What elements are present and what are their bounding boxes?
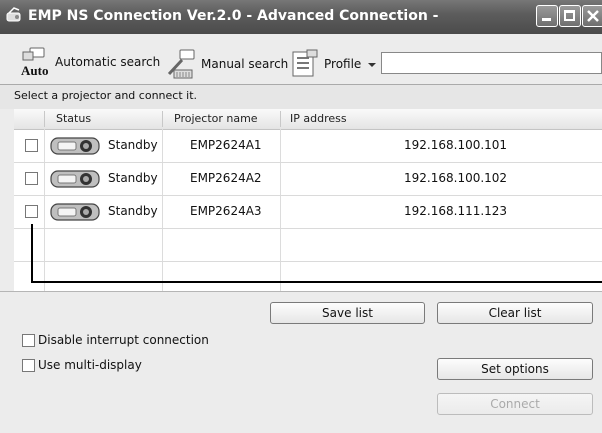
maximize-button[interactable] [559, 5, 581, 27]
disable-interrupt-option[interactable]: Disable interrupt connection [22, 333, 209, 347]
disable-interrupt-checkbox[interactable] [22, 333, 35, 347]
table-row-empty [14, 262, 602, 291]
title-bar[interactable]: EMP NS Connection Ver.2.0 - Advanced Con… [0, 0, 602, 34]
automatic-search-label: Automatic search [55, 55, 161, 69]
table-row[interactable]: Standby EMP2624A2 192.168.100.102 [14, 163, 602, 196]
auto-badge-text: Auto [21, 63, 48, 78]
projector-icon [50, 137, 100, 155]
ip-address: 192.168.100.101 [404, 138, 508, 152]
projector-icon [50, 203, 100, 221]
column-header-ip-address[interactable]: IP address [290, 112, 347, 125]
automatic-search-button[interactable]: Auto Automatic search [20, 46, 160, 78]
close-icon [587, 10, 599, 22]
list-header: Status Projector name IP address [14, 109, 602, 130]
set-options-button[interactable]: Set options [437, 358, 593, 380]
row-checkbox[interactable] [25, 139, 38, 152]
column-header-projector-name[interactable]: Projector name [174, 112, 258, 125]
instruction-text: Select a projector and connect it. [14, 89, 197, 102]
projector-name: EMP2624A2 [190, 171, 262, 185]
projector-list[interactable]: Status Projector name IP address Standby… [14, 109, 602, 291]
clear-list-button[interactable]: Clear list [437, 302, 593, 324]
profile-path-field[interactable] [381, 52, 602, 74]
table-row[interactable]: Standby EMP2624A3 192.168.111.123 [14, 196, 602, 229]
ip-address: 192.168.111.123 [404, 204, 508, 218]
use-multi-display-option[interactable]: Use multi-display [22, 358, 142, 372]
manual-search-icon [166, 48, 198, 80]
column-separator [280, 111, 281, 127]
status-text: Standby [108, 171, 158, 185]
save-list-button[interactable]: Save list [270, 302, 425, 324]
projector-name: EMP2624A3 [190, 204, 262, 218]
ip-address: 192.168.100.102 [404, 171, 508, 185]
column-header-status[interactable]: Status [56, 112, 91, 125]
status-text: Standby [108, 204, 158, 218]
window-title: EMP NS Connection Ver.2.0 - Advanced Con… [28, 8, 439, 24]
row-checkbox[interactable] [25, 205, 38, 218]
column-separator [162, 111, 163, 127]
callout-line-vertical [31, 224, 33, 282]
bottom-panel: Save list Clear list Disable interrupt c… [0, 291, 602, 433]
chevron-down-icon[interactable] [368, 63, 376, 67]
column-separator [44, 111, 45, 127]
row-checkbox[interactable] [25, 172, 38, 185]
projector-icon [50, 170, 100, 188]
connect-button[interactable]: Connect [437, 393, 593, 415]
profile-icon [289, 48, 321, 80]
app-icon [6, 7, 21, 22]
close-button[interactable] [582, 5, 602, 27]
projector-name: EMP2624A1 [190, 138, 262, 152]
manual-search-button[interactable]: Manual search [166, 48, 288, 80]
profile-label: Profile [324, 57, 362, 71]
profile-button[interactable]: Profile [289, 48, 361, 80]
manual-search-label: Manual search [201, 57, 289, 71]
instruction-bar: Select a projector and connect it. [0, 84, 602, 109]
toolbar: Auto Automatic search Manual search Prof… [0, 34, 602, 84]
use-multi-display-checkbox[interactable] [22, 358, 35, 372]
minimize-button[interactable] [536, 5, 558, 27]
use-multi-display-label: Use multi-display [38, 358, 142, 372]
disable-interrupt-label: Disable interrupt connection [38, 333, 209, 347]
automatic-search-icon: Auto [20, 46, 52, 78]
table-row-empty [14, 229, 602, 262]
callout-line-horizontal [31, 281, 602, 283]
app-window: EMP NS Connection Ver.2.0 - Advanced Con… [0, 0, 602, 433]
status-text: Standby [108, 138, 158, 152]
table-row[interactable]: Standby EMP2624A1 192.168.100.101 [14, 130, 602, 163]
